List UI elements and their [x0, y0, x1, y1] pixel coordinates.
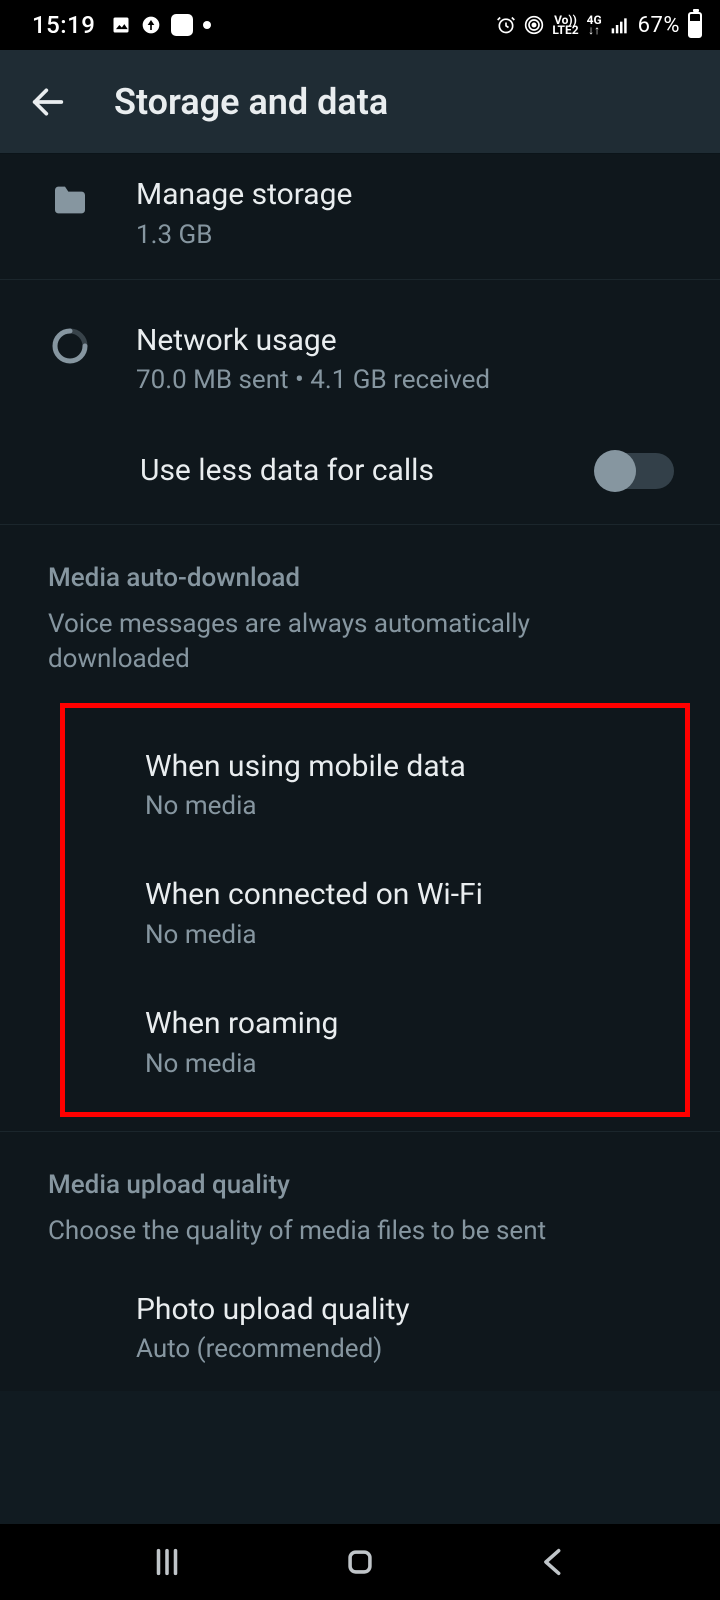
manage-storage-title: Manage storage [136, 176, 696, 214]
settings-content: Manage storage 1.3 GB Network usage 70.0… [0, 154, 720, 1391]
use-less-data-item[interactable]: Use less data for calls [0, 422, 720, 524]
alarm-icon [496, 15, 516, 35]
home-button[interactable] [336, 1538, 384, 1586]
recents-button[interactable] [143, 1538, 191, 1586]
media-upload-quality-section: Media upload quality Choose the quality … [0, 1132, 720, 1267]
mobile-data-title: When using mobile data [145, 748, 661, 786]
network-usage-title: Network usage [136, 322, 696, 360]
folder-icon [48, 178, 92, 222]
status-bar: 15:19 Vo))LTE2 4G↓↑ 67% [0, 0, 720, 50]
use-less-data-title: Use less data for calls [140, 452, 596, 490]
roaming-title: When roaming [145, 1005, 661, 1043]
update-icon [141, 15, 161, 35]
battery-percent: 67% [638, 13, 680, 38]
mobile-data-sub: No media [145, 789, 661, 824]
nav-back-button[interactable] [529, 1538, 577, 1586]
network-usage-sub: 70.0 MB sent • 4.1 GB received [136, 363, 696, 398]
volte-icon: Vo))LTE2 [552, 15, 578, 35]
nav-bar [0, 1524, 720, 1600]
media-auto-download-section: Media auto-download Voice messages are a… [0, 525, 720, 695]
photo-upload-quality-sub: Auto (recommended) [136, 1332, 696, 1367]
use-less-data-toggle[interactable] [596, 453, 674, 489]
data-usage-icon [48, 324, 92, 368]
mobile-data-item[interactable]: When using mobile data No media [65, 722, 685, 851]
wifi-item[interactable]: When connected on Wi-Fi No media [65, 850, 685, 979]
media-upload-quality-desc: Choose the quality of media files to be … [48, 1214, 672, 1249]
auto-download-highlight: When using mobile data No media When con… [60, 703, 690, 1117]
status-time: 15:19 [32, 11, 95, 39]
wifi-title: When connected on Wi-Fi [145, 876, 661, 914]
app-icon [171, 14, 193, 36]
image-icon [111, 15, 131, 35]
page-title: Storage and data [114, 81, 388, 123]
manage-storage-sub: 1.3 GB [136, 218, 696, 253]
manage-storage-item[interactable]: Manage storage 1.3 GB [0, 154, 720, 279]
wifi-sub: No media [145, 918, 661, 953]
media-upload-quality-header: Media upload quality [48, 1170, 672, 1200]
app-bar: Storage and data [0, 50, 720, 154]
photo-upload-quality-item[interactable]: Photo upload quality Auto (recommended) [0, 1267, 720, 1392]
hotspot-icon [524, 15, 544, 35]
roaming-item[interactable]: When roaming No media [65, 979, 685, 1108]
network-usage-item[interactable]: Network usage 70.0 MB sent • 4.1 GB rece… [0, 280, 720, 423]
roaming-sub: No media [145, 1047, 661, 1082]
signal-icon [610, 15, 630, 35]
back-button[interactable] [24, 78, 72, 126]
network-type-icon: 4G↓↑ [587, 15, 602, 35]
media-auto-download-header: Media auto-download [48, 563, 672, 593]
battery-icon [688, 12, 702, 38]
media-auto-download-desc: Voice messages are always automatically … [48, 607, 672, 677]
more-dot-icon [203, 21, 211, 29]
photo-upload-quality-title: Photo upload quality [136, 1291, 696, 1329]
